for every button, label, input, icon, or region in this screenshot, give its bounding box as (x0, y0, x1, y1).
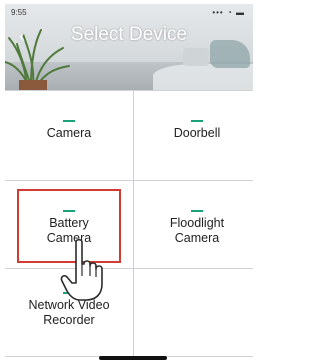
device-tile-doorbell[interactable]: Doorbell (133, 120, 253, 160)
home-indicator (99, 356, 167, 360)
header-banner: 9:55 ••• ◔ ▬ ‹ Select Device (5, 4, 253, 90)
device-label: Doorbell (173, 126, 221, 140)
app-screen: 9:55 ••• ◔ ▬ ‹ Select Device Camera Door… (5, 4, 253, 360)
device-indicator (191, 120, 203, 122)
status-icons: ••• ◔ ▬ (212, 8, 245, 17)
device-tile-floodlight-camera[interactable]: Floodlight Camera (133, 210, 253, 260)
device-indicator (63, 120, 75, 122)
device-tile-camera[interactable]: Camera (5, 120, 133, 160)
grid-divider (5, 90, 253, 91)
device-indicator (191, 210, 203, 212)
device-label: Network Video Recorder (28, 298, 110, 327)
grid-divider (5, 180, 253, 181)
device-label: Floodlight Camera (169, 216, 225, 245)
page-title: Select Device (70, 24, 188, 45)
status-bar: 9:55 ••• ◔ ▬ (5, 4, 253, 20)
hand-pointer-icon (60, 238, 103, 301)
device-label: Camera (46, 126, 92, 140)
status-time: 9:55 (11, 8, 27, 17)
grid-divider (5, 268, 253, 269)
